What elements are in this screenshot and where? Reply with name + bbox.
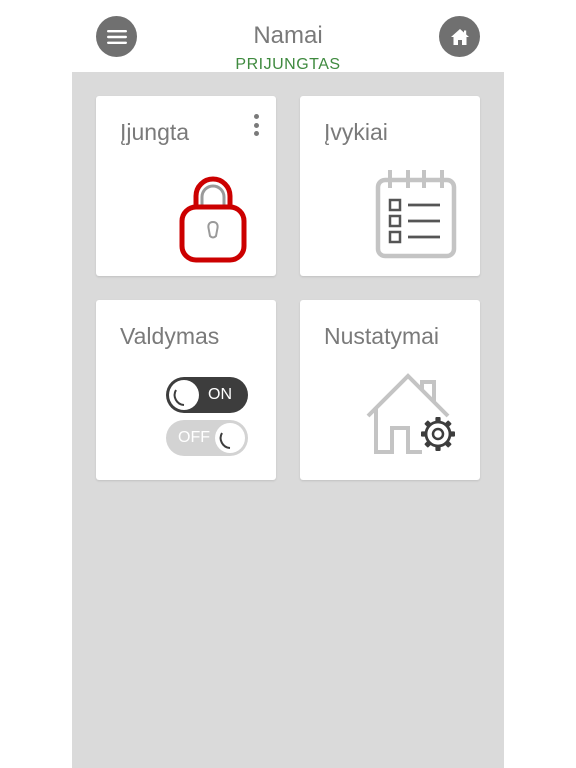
calendar-list-icon	[375, 170, 457, 259]
control-card[interactable]: Valdymas ON OFF	[96, 300, 276, 480]
padlock-icon	[179, 176, 247, 263]
toggle-knob	[169, 380, 199, 410]
more-vert-icon[interactable]	[248, 112, 264, 138]
off-toggle[interactable]: OFF	[166, 420, 248, 456]
on-toggle[interactable]: ON	[166, 377, 248, 413]
armed-card-title: Įjungta	[120, 119, 190, 145]
toggle-off-label: OFF	[178, 429, 210, 446]
settings-card[interactable]: Nustatymai	[300, 300, 480, 480]
app-header: Namai PRIJUNGTAS	[0, 0, 576, 73]
settings-card-title: Nustatymai	[324, 323, 440, 349]
events-card-title: Įvykiai	[324, 119, 388, 145]
knob-arc-icon	[173, 389, 185, 406]
dashboard-panel: Įjungta Įvykiai Valdymas ON OFF Nustatym…	[72, 72, 504, 768]
knob-arc-icon	[219, 432, 231, 449]
house-gear-icon	[366, 373, 455, 454]
home-button[interactable]	[439, 16, 480, 57]
toggle-on-label: ON	[208, 386, 232, 403]
home-icon	[450, 28, 469, 45]
control-card-title: Valdymas	[120, 323, 220, 349]
page-title: Namai	[253, 22, 323, 49]
toggle-knob	[215, 423, 245, 453]
armed-card[interactable]: Įjungta	[96, 96, 276, 276]
events-card[interactable]: Įvykiai	[300, 96, 480, 276]
